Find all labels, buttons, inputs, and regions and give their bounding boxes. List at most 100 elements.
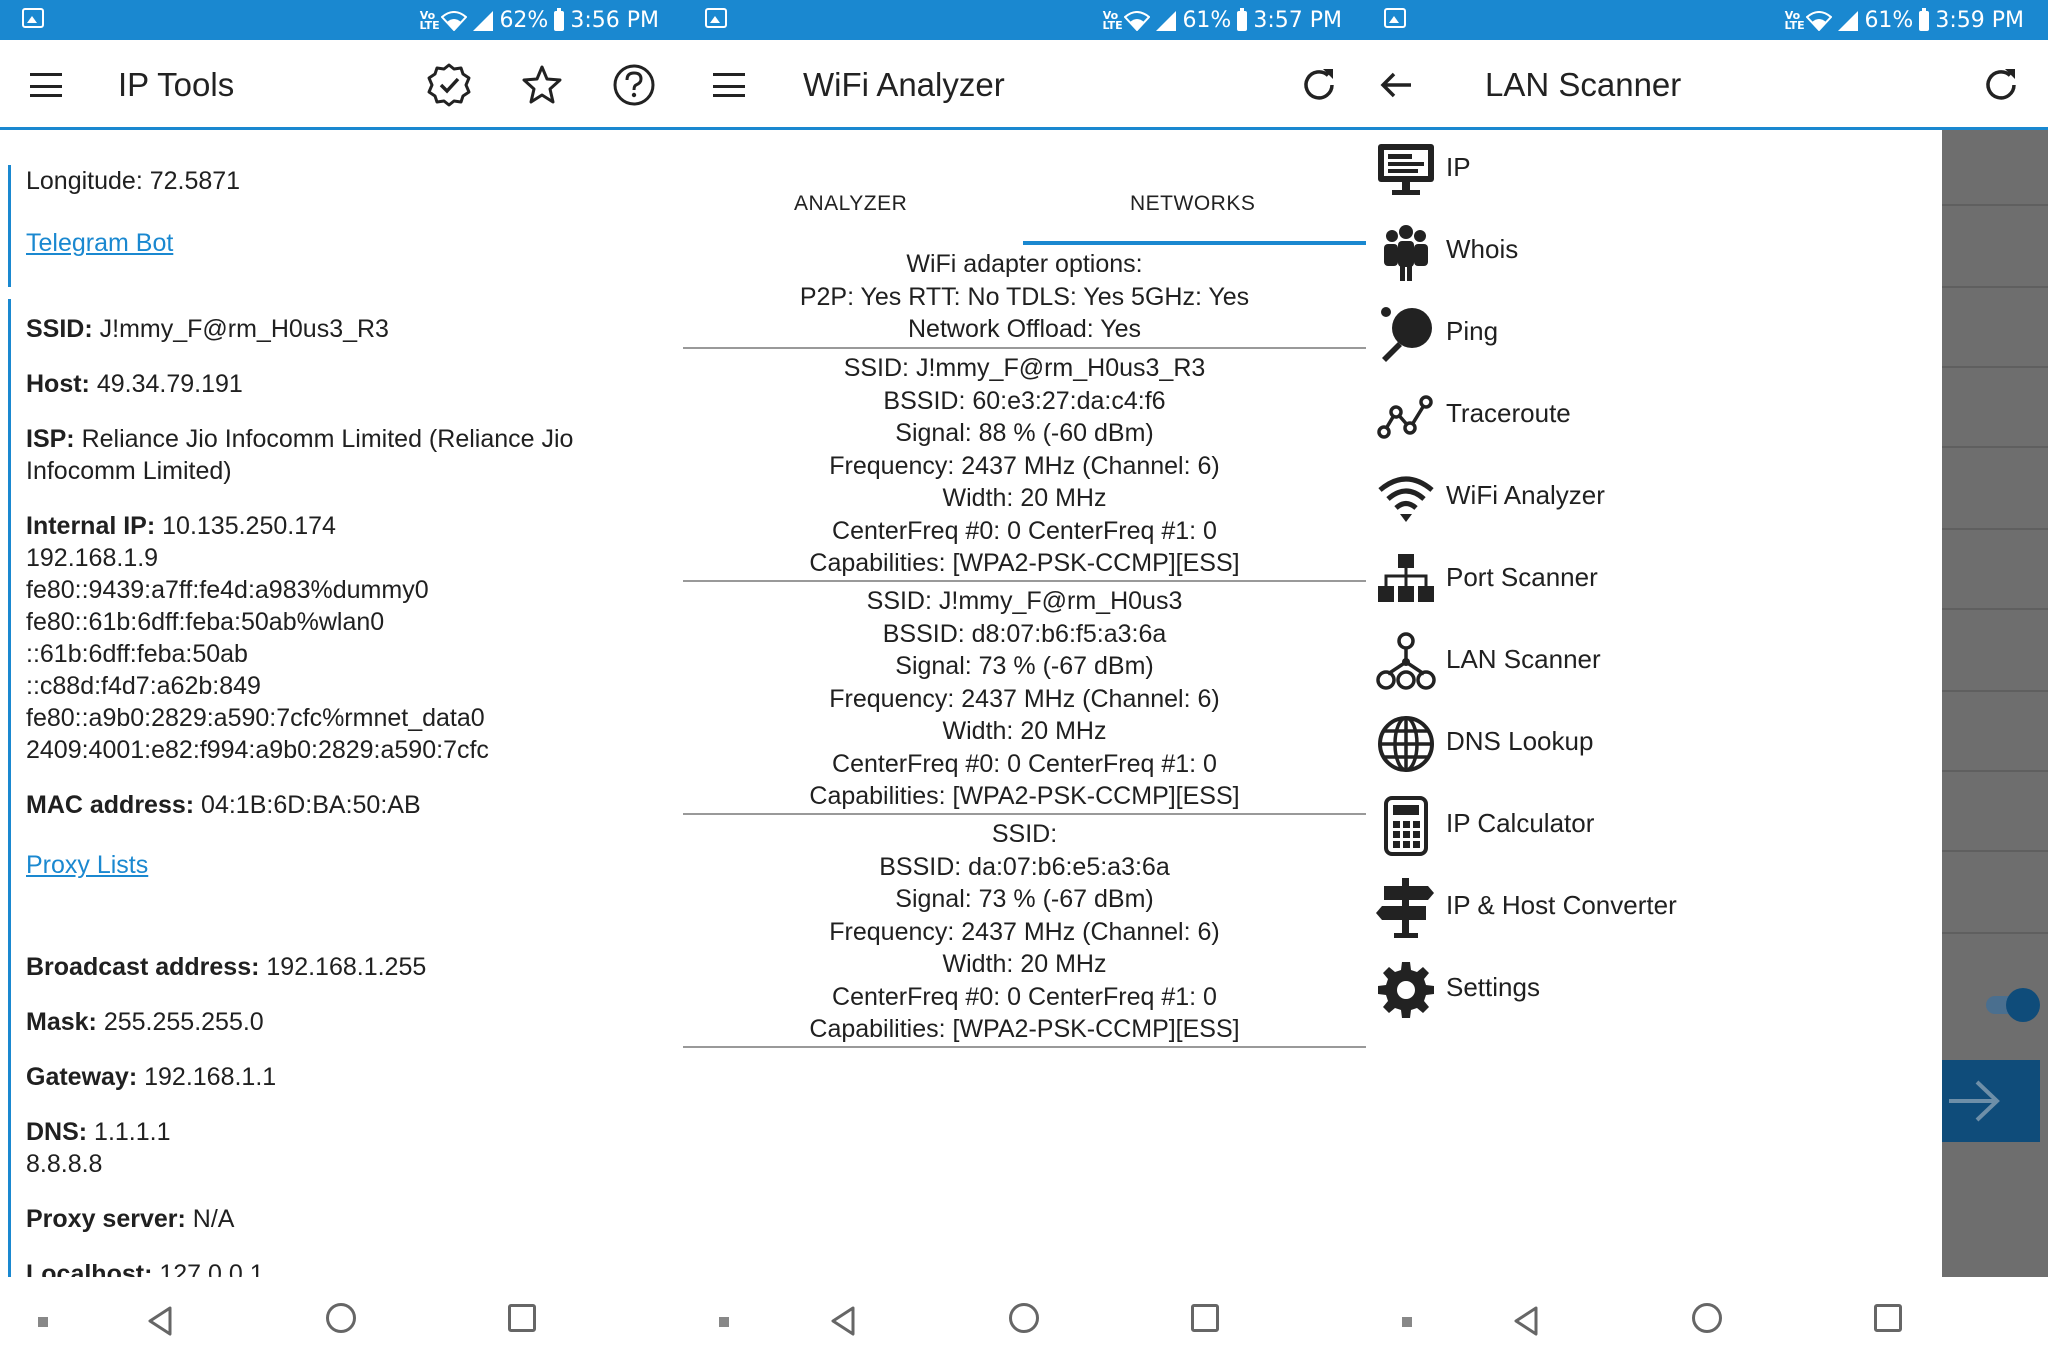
tab-networks[interactable]: NETWORKS (1130, 192, 1255, 216)
broadcast-row: Broadcast address: 192.168.1.255 (26, 953, 427, 981)
list-divider (1942, 770, 2048, 772)
screen-ip-tools: Vo LTE 62% 3:56 PM IP Tools Longitude: 7… (0, 0, 683, 1365)
back-button[interactable] (829, 1305, 857, 1337)
drawer-item-lan-scanner[interactable]: LAN Scanner (1366, 622, 1942, 702)
mac-row: MAC address: 04:1B:6D:BA:50:AB (26, 791, 421, 819)
info-list[interactable]: Longitude: 72.5871 Telegram Bot SSID: J!… (0, 133, 683, 1277)
monitor-icon (1378, 144, 1434, 195)
drawer-item-port-scanner[interactable]: Port Scanner (1366, 540, 1942, 620)
verified-badge-icon (427, 63, 471, 107)
drawer-item-ping[interactable]: Ping (1366, 294, 1942, 374)
drawer-item-wifi-analyzer[interactable]: WiFi Analyzer (1366, 458, 1942, 538)
help-button[interactable] (609, 60, 659, 110)
back-button[interactable] (1512, 1305, 1540, 1337)
drawer-item-traceroute[interactable]: Traceroute (1366, 376, 1942, 456)
adapter-options: WiFi adapter options: P2P: Yes RTT: No T… (683, 248, 1366, 346)
list-divider (1942, 690, 2048, 692)
wifi-status-icon (441, 10, 468, 31)
mask-row: Mask: 255.255.255.0 (26, 1008, 264, 1036)
route-icon (1377, 395, 1433, 439)
network-ssid: SSID: J!mmy_F@rm_H0us3_R3 (843, 354, 1206, 382)
nav-indicator-icon (1402, 1317, 1412, 1327)
list-divider (1942, 608, 2048, 610)
host-row: Host: 49.34.79.191 (26, 370, 243, 398)
drawer-scrim[interactable] (1942, 130, 2048, 1277)
volte-icon: Vo LTE (1102, 8, 1123, 32)
home-button[interactable] (1009, 1303, 1039, 1333)
network-width: Width: 20 MHz (942, 717, 1107, 745)
tab-indicator (1023, 241, 1366, 245)
favorite-button[interactable] (517, 60, 567, 110)
cell-signal-icon (473, 10, 494, 31)
toggle-thumb[interactable] (2006, 988, 2040, 1022)
page-title: IP Tools (118, 66, 235, 103)
refresh-button[interactable] (1976, 60, 2026, 110)
divider (683, 1046, 1366, 1048)
drawer-item-settings[interactable]: Settings (1366, 950, 1942, 1030)
network-entry[interactable]: SSID: J!mmy_F@rm_H0us3 BSSID: d8:07:b6:f… (683, 585, 1366, 813)
network-entry[interactable]: SSID: BSSID: da:07:b6:e5:a3:6a Signal: 7… (683, 818, 1366, 1046)
list-divider (1942, 850, 2048, 852)
wifi-icon (1378, 476, 1434, 522)
clock: 3:56 PM (570, 8, 659, 33)
gateway-row: Gateway: 192.168.1.1 (26, 1063, 277, 1091)
refresh-icon (1986, 69, 2016, 100)
screen-wifi-analyzer: Vo LTE 61% 3:57 PM WiFi Analyzer ANALYZER… (683, 0, 1366, 1365)
refresh-icon (1304, 69, 1334, 100)
clock: 3:59 PM (1935, 8, 2024, 33)
network-signal: Signal: 73 % (-67 dBm) (895, 885, 1154, 913)
start-scan-button[interactable] (1942, 1060, 2040, 1142)
network-width: Width: 20 MHz (942, 950, 1107, 978)
drawer-item-ip-host-converter[interactable]: IP & Host Converter (1366, 868, 1942, 948)
ip-address: fe80::9439:a7ff:fe4d:a983%dummy0 (26, 576, 429, 604)
refresh-button[interactable] (1294, 60, 1344, 110)
network-signal: Signal: 73 % (-67 dBm) (895, 652, 1154, 680)
recents-button[interactable] (508, 1304, 536, 1332)
nav-indicator-icon (38, 1317, 48, 1327)
longitude-text: Longitude: 72.5871 (26, 167, 241, 195)
proxy-server-row: Proxy server: N/A (26, 1205, 235, 1233)
drawer-item-whois[interactable]: Whois (1366, 212, 1942, 292)
adapter-line: Network Offload: Yes (907, 315, 1141, 343)
drawer-item-dns-lookup[interactable]: DNS Lookup (1366, 704, 1942, 784)
drawer-item-label: Ping (1446, 316, 1499, 346)
recents-button[interactable] (1874, 1304, 1902, 1332)
proxy-lists-link[interactable]: Proxy Lists (26, 851, 148, 879)
network-bssid: BSSID: da:07:b6:e5:a3:6a (879, 852, 1170, 881)
menu-button[interactable] (21, 60, 71, 110)
drawer-item-label: Port Scanner (1446, 562, 1598, 592)
network-frequency: Frequency: 2437 MHz (Channel: 6) (829, 917, 1220, 946)
cell-signal-icon (1838, 10, 1859, 31)
home-button[interactable] (1692, 1303, 1722, 1333)
drawer-item-ip-calculator[interactable]: IP Calculator (1366, 786, 1942, 866)
drawer-item-label: LAN Scanner (1446, 644, 1601, 674)
telegram-bot-link[interactable]: Telegram Bot (26, 229, 173, 257)
localhost-row: Localhost: 127.0.0.1 (26, 1260, 264, 1277)
home-button[interactable] (326, 1303, 356, 1333)
list-divider (1942, 366, 2048, 368)
network-frequency: Frequency: 2437 MHz (Channel: 6) (829, 451, 1220, 480)
volte-icon: Vo LTE (1784, 8, 1805, 32)
menu-button[interactable] (704, 60, 754, 110)
network-centerfreq: CenterFreq #0: 0 CenterFreq #1: 0 (832, 749, 1217, 778)
list-divider (1942, 286, 2048, 288)
battery-icon (1237, 7, 1248, 31)
ip-address: fe80::61b:6dff:feba:50ab%wlan0 (26, 608, 385, 636)
network-centerfreq: CenterFreq #0: 0 CenterFreq #1: 0 (832, 982, 1217, 1011)
hamburger-icon (30, 73, 62, 97)
drawer-item-label: Whois (1446, 234, 1519, 264)
network-bssid: BSSID: d8:07:b6:f5:a3:6a (882, 619, 1167, 648)
recents-button[interactable] (1191, 1304, 1219, 1332)
network-entry[interactable]: SSID: J!mmy_F@rm_H0us3_R3 BSSID: 60:e3:2… (683, 352, 1366, 580)
verified-button[interactable] (424, 60, 474, 110)
back-button[interactable] (146, 1305, 174, 1337)
tab-analyzer[interactable]: ANALYZER (794, 192, 907, 216)
list-divider (1942, 932, 2048, 934)
back-arrow-button[interactable] (1372, 60, 1422, 110)
app-bar: IP Tools (0, 40, 683, 130)
drawer-item-ip[interactable]: IP (1366, 130, 1942, 210)
clock: 3:57 PM (1253, 8, 1342, 33)
tab-bar: ANALYZER NETWORKS (683, 170, 1366, 245)
navigation-drawer: IP Whois Ping Traceroute WiFi Analyzer P… (1366, 130, 1942, 1277)
arrow-left-icon (1380, 72, 1411, 98)
